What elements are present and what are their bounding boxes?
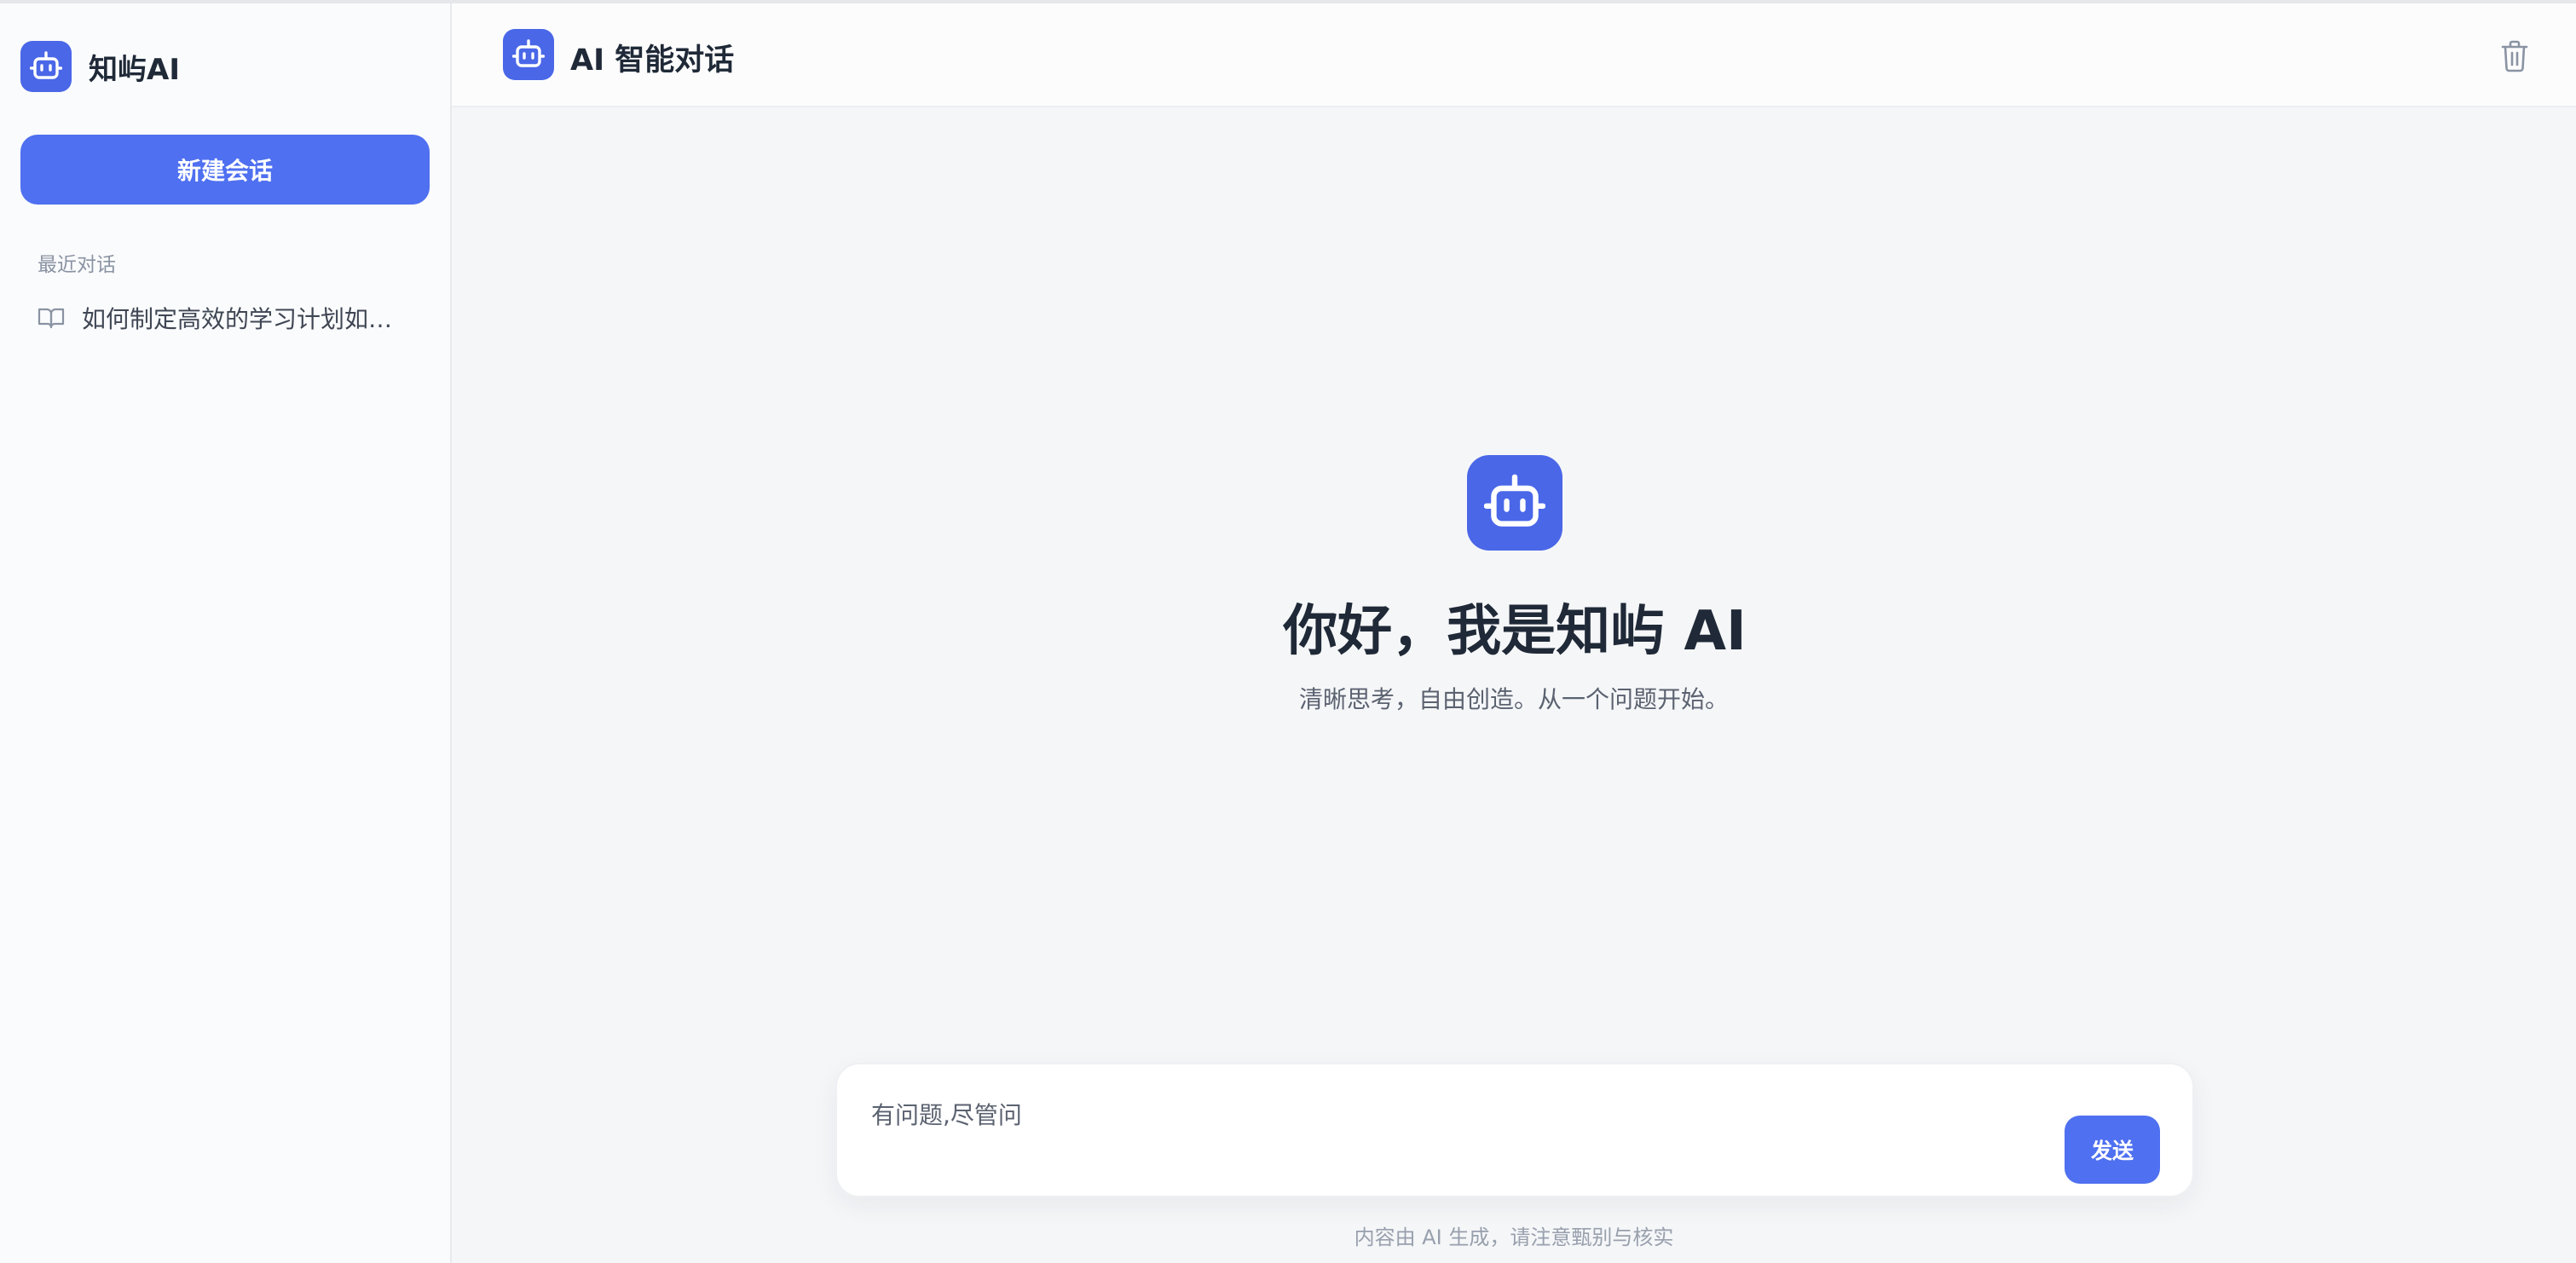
- header: AI 智能对话: [452, 3, 2576, 107]
- brand-name: 知屿AI: [89, 52, 180, 87]
- send-button[interactable]: 发送: [2065, 1116, 2160, 1184]
- conversation-title: 如何制定高效的学习计划如何制定高效的学习计划: [82, 305, 406, 333]
- robot-icon: [503, 29, 554, 80]
- message-input[interactable]: [869, 1093, 2046, 1136]
- message-composer: 发送: [835, 1063, 2194, 1197]
- welcome-title: 你好，我是知屿 AI: [1283, 600, 1747, 663]
- recent-conversations-label: 最近对话: [38, 254, 116, 276]
- conversation-item[interactable]: 如何制定高效的学习计划如何制定高效的学习计划: [20, 291, 430, 344]
- trash-icon[interactable]: [2498, 37, 2532, 75]
- app-window: 知屿AI 新建会话 最近对话 如何制定高效的学习计划如何制定高效的学习计划: [0, 0, 2576, 1263]
- sidebar: 知屿AI 新建会话 最近对话 如何制定高效的学习计划如何制定高效的学习计划: [0, 3, 452, 1263]
- welcome-subtitle: 清晰思考，自由创造。从一个问题开始。: [1298, 685, 1729, 713]
- brand: 知屿AI: [20, 41, 180, 92]
- page-title: AI 智能对话: [570, 43, 735, 78]
- book-open-icon: [38, 306, 66, 330]
- robot-icon: [1467, 455, 1562, 551]
- ai-disclaimer: 内容由 AI 生成，请注意甄别与核实: [1354, 1226, 1674, 1249]
- new-chat-button[interactable]: 新建会话: [20, 135, 430, 205]
- main-panel: AI 智能对话 你好，我是知屿 AI 清晰思考，自由创造。从一个问题开始。 有问…: [452, 3, 2576, 1263]
- robot-icon: [20, 41, 72, 92]
